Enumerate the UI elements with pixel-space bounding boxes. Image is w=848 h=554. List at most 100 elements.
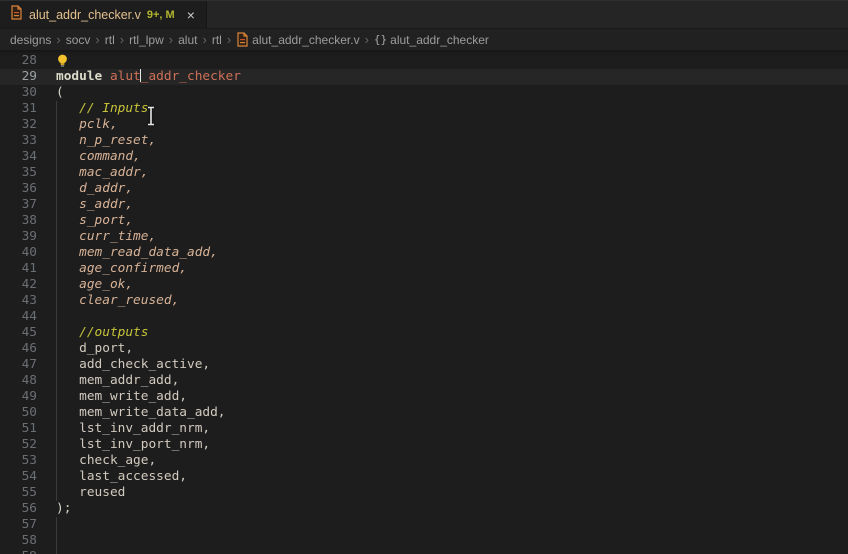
code-line-43[interactable]: 43 clear_reused,: [0, 293, 848, 309]
code-line-37[interactable]: 37 s_addr,: [0, 197, 848, 213]
line-number[interactable]: 42: [0, 277, 37, 293]
breadcrumb-item-rtl[interactable]: rtl: [105, 33, 115, 47]
line-number[interactable]: 36: [0, 181, 37, 197]
line-number[interactable]: 35: [0, 165, 37, 181]
line-number[interactable]: 55: [0, 485, 37, 501]
tab-alut-addr-checker[interactable]: alut_addr_checker.v 9+, M ×: [0, 1, 207, 28]
line-number[interactable]: 47: [0, 357, 37, 373]
indent-guide: [56, 165, 57, 181]
code-line-44[interactable]: 44: [0, 309, 848, 325]
lightbulb-icon[interactable]: [56, 54, 69, 68]
line-number[interactable]: 39: [0, 229, 37, 245]
editor-pane[interactable]: 28 29module alut_addr_checker30 (31 // In…: [0, 50, 848, 554]
close-icon[interactable]: ×: [185, 8, 197, 22]
line-number[interactable]: 53: [0, 453, 37, 469]
line-number[interactable]: 52: [0, 437, 37, 453]
breadcrumb-item-designs[interactable]: designs: [10, 33, 51, 47]
indent-guide: [56, 389, 57, 405]
code-token: last_accessed,: [79, 469, 187, 484]
code-line-30[interactable]: 30 (: [0, 85, 848, 101]
indent-guide: [56, 197, 57, 213]
line-number[interactable]: 30: [0, 85, 37, 101]
breadcrumb-item-socv[interactable]: socv: [66, 33, 91, 47]
code-token: [56, 373, 79, 388]
code-line-42[interactable]: 42 age_ok,: [0, 277, 848, 293]
indent-guide: [56, 341, 57, 357]
line-number[interactable]: 28: [0, 53, 37, 69]
code-token: add_check_active,: [79, 357, 210, 372]
code-line-52[interactable]: 52 lst_inv_port_nrm,: [0, 437, 848, 453]
code-line-39[interactable]: 39 curr_time,: [0, 229, 848, 245]
line-number[interactable]: 51: [0, 421, 37, 437]
code-line-48[interactable]: 48 mem_addr_add,: [0, 373, 848, 389]
line-number[interactable]: 56: [0, 501, 37, 517]
line-number[interactable]: 31: [0, 101, 37, 117]
code-lines: 28 29module alut_addr_checker30 (31 // In…: [0, 53, 848, 554]
line-number[interactable]: 33: [0, 133, 37, 149]
code-line-34[interactable]: 34 command,: [0, 149, 848, 165]
line-number[interactable]: 32: [0, 117, 37, 133]
code-token: clear_reused,: [79, 293, 179, 308]
code-line-33[interactable]: 33 n_p_reset,: [0, 133, 848, 149]
code-token: [56, 485, 79, 500]
line-number[interactable]: 48: [0, 373, 37, 389]
breadcrumb-item-symbol[interactable]: alut_addr_checker: [390, 33, 489, 47]
code-line-28[interactable]: 28: [0, 53, 848, 69]
verilog-file-icon: [236, 32, 249, 47]
breadcrumb-item-file[interactable]: alut_addr_checker.v: [252, 33, 359, 47]
code-line-45[interactable]: 45 //outputs: [0, 325, 848, 341]
line-number[interactable]: 57: [0, 517, 37, 533]
line-number[interactable]: 37: [0, 197, 37, 213]
line-number[interactable]: 41: [0, 261, 37, 277]
code-line-49[interactable]: 49 mem_write_add,: [0, 389, 848, 405]
line-number[interactable]: 43: [0, 293, 37, 309]
code-line-55[interactable]: 55 reused: [0, 485, 848, 501]
breadcrumb-item-rtl-lpw[interactable]: rtl_lpw: [129, 33, 164, 47]
code-line-40[interactable]: 40 mem_read_data_add,: [0, 245, 848, 261]
code-token: pclk,: [79, 117, 118, 132]
line-number[interactable]: 38: [0, 213, 37, 229]
line-number[interactable]: 29: [0, 69, 37, 85]
code-line-47[interactable]: 47 add_check_active,: [0, 357, 848, 373]
indent-guide: [56, 485, 57, 501]
code-line-51[interactable]: 51 lst_inv_addr_nrm,: [0, 421, 848, 437]
line-number[interactable]: 50: [0, 405, 37, 421]
breadcrumb-item-alut[interactable]: alut: [178, 33, 197, 47]
code-token: );: [56, 501, 71, 516]
code-line-56[interactable]: 56);: [0, 501, 848, 517]
code-token: d_addr,: [79, 181, 133, 196]
code-line-41[interactable]: 41 age_confirmed,: [0, 261, 848, 277]
code-line-38[interactable]: 38 s_port,: [0, 213, 848, 229]
code-line-53[interactable]: 53 check_age,: [0, 453, 848, 469]
code-line-46[interactable]: 46 d_port,: [0, 341, 848, 357]
code-line-59[interactable]: 59: [0, 549, 848, 554]
ibeam-mouse-cursor: [146, 106, 156, 126]
line-number[interactable]: 40: [0, 245, 37, 261]
line-number[interactable]: 58: [0, 533, 37, 549]
code-line-54[interactable]: 54 last_accessed,: [0, 469, 848, 485]
indent-guide: [56, 357, 57, 373]
code-line-57[interactable]: 57: [0, 517, 848, 533]
breadcrumb-item-rtl2[interactable]: rtl: [212, 33, 222, 47]
code-line-35[interactable]: 35 mac_addr,: [0, 165, 848, 181]
code-token: [56, 469, 79, 484]
line-number[interactable]: 45: [0, 325, 37, 341]
code-line-36[interactable]: 36 d_addr,: [0, 181, 848, 197]
indent-guide: [56, 133, 57, 149]
code-line-50[interactable]: 50 mem_write_data_add,: [0, 405, 848, 421]
line-number[interactable]: 59: [0, 549, 37, 554]
code-token: [56, 421, 79, 436]
chevron-right-icon: ›: [167, 32, 175, 47]
line-number[interactable]: 34: [0, 149, 37, 165]
code-token: (: [56, 85, 64, 100]
line-number[interactable]: 54: [0, 469, 37, 485]
code-line-31[interactable]: 31 // Inputs: [0, 101, 848, 117]
line-number[interactable]: 49: [0, 389, 37, 405]
code-line-29[interactable]: 29module alut_addr_checker: [0, 69, 848, 85]
line-number[interactable]: 44: [0, 309, 37, 325]
code-line-32[interactable]: 32 pclk,: [0, 117, 848, 133]
code-line-58[interactable]: 58: [0, 533, 848, 549]
indent-guide: [56, 373, 57, 389]
indent-guide: [56, 277, 57, 293]
line-number[interactable]: 46: [0, 341, 37, 357]
